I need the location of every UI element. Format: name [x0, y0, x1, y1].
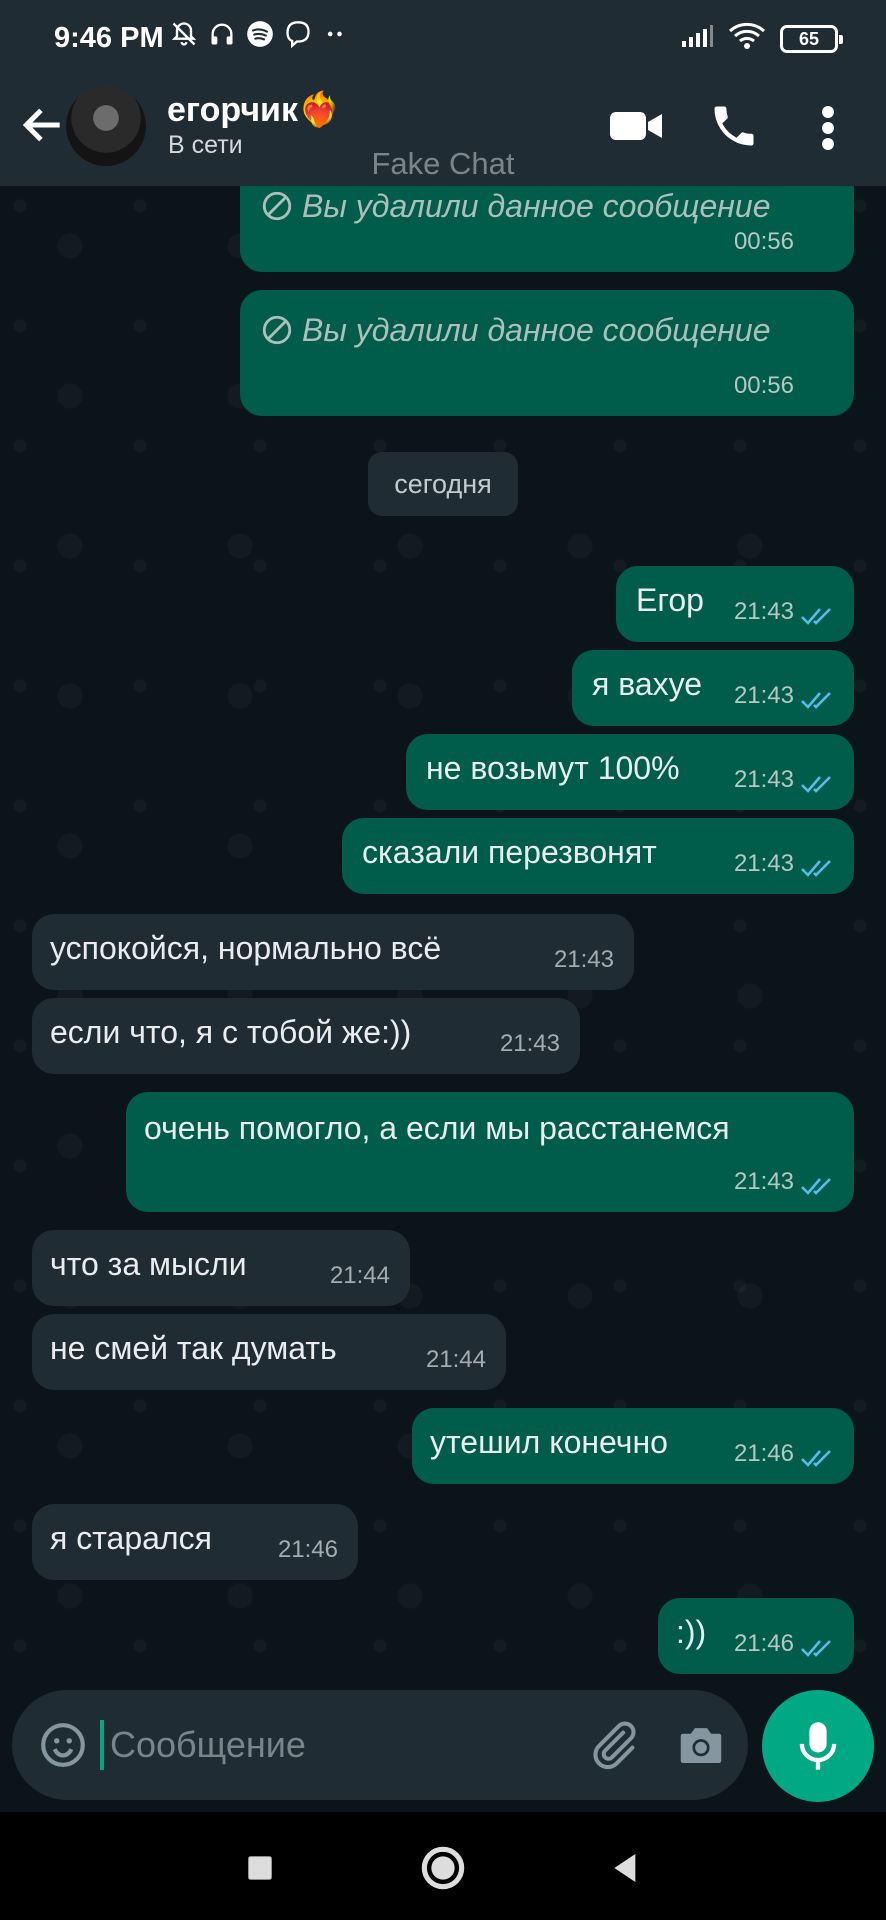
mic-icon [799, 1722, 837, 1770]
message-text: :)) [676, 1614, 707, 1650]
read-ticks-icon [801, 1640, 831, 1657]
message-text: я вахуе [592, 666, 703, 702]
message-time: 21:43 [733, 1168, 794, 1195]
message-time: 21:43 [733, 850, 794, 877]
message-bubble[interactable]: я вахуе 21:43 [572, 650, 854, 726]
message-text: очень помогло, а если мы расстанемся [144, 1110, 730, 1146]
battery-icon: 65 [780, 24, 843, 53]
camera-icon[interactable] [674, 1718, 728, 1772]
message-time: 21:44 [425, 1346, 486, 1373]
read-ticks-icon [801, 692, 831, 709]
wifi-icon [728, 22, 766, 55]
viber-icon [284, 20, 312, 49]
spotify-icon [246, 20, 274, 48]
message-bubble[interactable]: сказали перезвонят 21:43 [342, 818, 854, 894]
message-text: Вы удалили данное сообщение [302, 312, 771, 348]
message-bubble[interactable]: очень помогло, а если мы расстанемся 21:… [126, 1092, 854, 1212]
message-text: я старался [50, 1520, 212, 1556]
recents-icon[interactable] [232, 1840, 288, 1896]
message-time: 21:43 [733, 766, 794, 793]
status-bar: 9:46 PM 65 [0, 0, 886, 78]
watermark: Fake Chat [371, 146, 515, 181]
system-nav-bar [0, 1812, 886, 1920]
message-text: сказали перезвонят [362, 834, 657, 870]
date-chip: сегодня [368, 452, 518, 516]
attach-icon[interactable] [586, 1718, 640, 1772]
status-notification-icons [170, 20, 350, 49]
deleted-icon [260, 313, 294, 347]
message-time: 21:43 [499, 1030, 560, 1057]
message-time: 21:43 [733, 682, 794, 709]
message-bubble[interactable]: не возьмут 100% 21:43 [406, 734, 854, 810]
message-bubble[interactable]: Вы удалили данное сообщение 00:56 [240, 290, 854, 416]
message-bubble[interactable]: что за мысли 21:44 [32, 1230, 410, 1306]
message-text: Вы удалили данное сообщение [302, 188, 771, 224]
read-ticks-icon [801, 776, 831, 793]
message-time: 21:46 [277, 1536, 338, 1563]
status-system-icons: 65 [680, 22, 843, 55]
message-text: что за мысли [50, 1246, 247, 1282]
more-vert-icon[interactable] [808, 100, 848, 152]
home-icon[interactable] [415, 1840, 471, 1896]
message-time: 21:46 [733, 1630, 794, 1657]
message-time: 21:43 [733, 598, 794, 625]
read-ticks-icon [801, 860, 831, 877]
status-time: 9:46 PM [54, 22, 164, 54]
message-text: не смей так думать [50, 1330, 337, 1366]
message-bubble[interactable]: Егор 21:43 [616, 566, 854, 642]
message-bubble[interactable]: не смей так думать 21:44 [32, 1314, 506, 1390]
deleted-message: Вы удалили данное сообщение [260, 312, 771, 349]
read-ticks-icon [801, 1450, 831, 1467]
read-ticks-icon [801, 608, 831, 625]
message-time: 00:56 [733, 372, 794, 399]
message-time: 21:46 [733, 1440, 794, 1467]
phone-call-icon[interactable] [706, 100, 766, 152]
deleted-icon [260, 189, 294, 223]
chat-area[interactable]: Вы удалили данное сообщение 00:56 Вы уда… [0, 186, 886, 1686]
emoji-icon[interactable] [38, 1720, 88, 1770]
message-text: утешил конечно [430, 1424, 668, 1460]
back-nav-icon[interactable] [598, 1840, 654, 1896]
message-time: 21:44 [329, 1262, 390, 1289]
more-dots-icon [322, 20, 350, 48]
message-time: 21:43 [553, 946, 614, 973]
message-text: не возьмут 100% [426, 750, 680, 786]
signal-icon [680, 23, 714, 54]
message-text: Егор [636, 582, 704, 618]
message-bubble[interactable]: Вы удалили данное сообщение 00:56 [240, 186, 854, 272]
message-text: успокойся, нормально всё [50, 930, 442, 966]
read-ticks-icon [801, 1178, 831, 1195]
video-call-icon[interactable] [606, 100, 666, 152]
contact-name[interactable]: егорчик❤️‍🔥 [167, 90, 340, 130]
message-bubble[interactable]: успокойся, нормально всё 21:43 [32, 914, 634, 990]
message-bubble[interactable]: утешил конечно 21:46 [412, 1408, 854, 1484]
message-bubble[interactable]: :)) 21:46 [658, 1598, 854, 1674]
message-input[interactable] [110, 1718, 570, 1772]
deleted-message: Вы удалили данное сообщение [260, 188, 771, 225]
message-bubble[interactable]: если что, я с тобой же:)) 21:43 [32, 998, 580, 1074]
headphones-icon [208, 20, 236, 48]
back-arrow-icon[interactable] [18, 100, 68, 150]
message-text: если что, я с тобой же:)) [50, 1014, 412, 1050]
text-cursor [100, 1720, 104, 1770]
message-time: 00:56 [733, 228, 794, 255]
message-bubble[interactable]: я старался 21:46 [32, 1504, 358, 1580]
mic-button[interactable] [762, 1690, 874, 1802]
message-composer [12, 1690, 748, 1800]
mute-bell-icon [170, 20, 198, 48]
